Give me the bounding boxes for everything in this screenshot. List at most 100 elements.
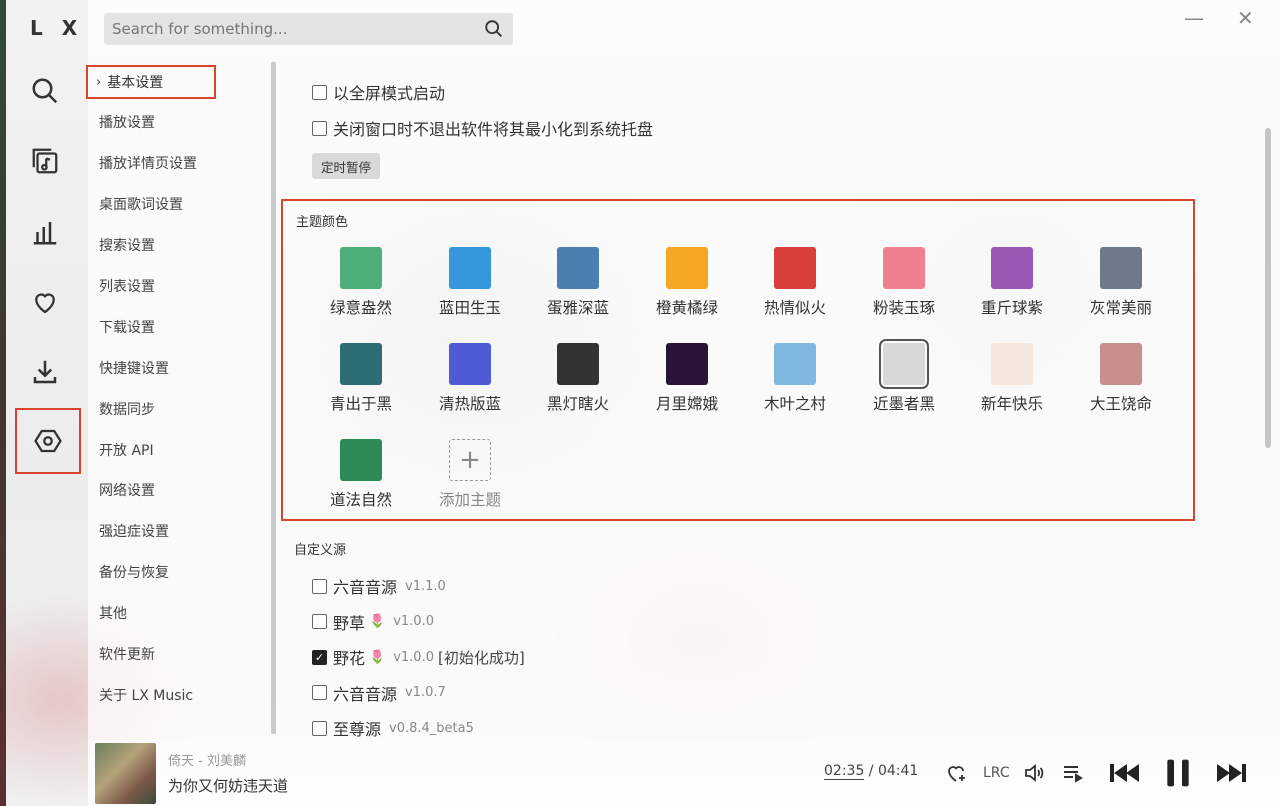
app-logo: L X (30, 16, 84, 40)
settings-nav-item[interactable]: › 基本设置 (86, 65, 216, 99)
theme-color-square[interactable] (340, 439, 382, 481)
settings-nav-item[interactable]: 强迫症设置 (88, 511, 272, 552)
theme-color-square[interactable] (774, 247, 816, 289)
settings-nav-item[interactable]: 快捷键设置 (88, 347, 272, 388)
theme-color-square[interactable] (774, 343, 816, 385)
theme-swatch[interactable]: 青出于黑 (311, 343, 411, 414)
settings-nav-item[interactable]: 播放详情页设置 (88, 143, 272, 184)
tray-option[interactable]: 关闭窗口时不退出软件将其最小化到系统托盘 (312, 116, 653, 140)
theme-color-square[interactable] (340, 247, 382, 289)
theme-color-square[interactable] (557, 343, 599, 385)
settings-nav-item[interactable]: 开放 API (88, 429, 272, 470)
theme-swatch[interactable]: 热情似火 (745, 247, 845, 318)
nav-scrollbar[interactable] (271, 62, 276, 734)
theme-swatch[interactable]: 木叶之村 (745, 343, 845, 414)
theme-swatch[interactable]: 蓝田生玉 (420, 247, 520, 318)
settings-nav-label: 软件更新 (99, 647, 155, 664)
close-button[interactable]: ✕ (1237, 6, 1254, 30)
theme-swatch[interactable]: 道法自然 (311, 439, 411, 510)
theme-swatch[interactable]: 蛋雅深蓝 (528, 247, 628, 318)
search-input[interactable] (112, 20, 483, 38)
leaderboard-nav-button[interactable] (20, 207, 70, 257)
plus-icon[interactable]: + (449, 439, 491, 481)
settings-nav-item[interactable]: 数据同步 (88, 388, 272, 429)
song-list-nav-button[interactable] (20, 136, 70, 186)
favorites-nav-button[interactable] (20, 277, 70, 327)
settings-nav-item[interactable]: 网络设置 (88, 470, 272, 511)
theme-color-square[interactable] (1100, 343, 1142, 385)
source-checkbox[interactable] (312, 614, 327, 629)
custom-source-item[interactable]: 至尊源 v0.8.4_beta5 (312, 716, 474, 738)
custom-source-item[interactable]: ✓ 野花 🌷 v1.0.0 [初始化成功] (312, 645, 525, 669)
theme-label: 大王饶命 (1089, 395, 1152, 413)
download-icon (33, 360, 57, 384)
theme-swatch[interactable]: 月里嫦娥 (637, 343, 737, 414)
theme-color-square[interactable] (879, 339, 929, 389)
search-box[interactable] (104, 13, 513, 45)
theme-swatch[interactable]: 新年快乐 (962, 343, 1062, 414)
theme-swatch[interactable]: 橙黄橘绿 (637, 247, 737, 318)
previous-icon (1110, 764, 1139, 782)
settings-nav-item[interactable]: 列表设置 (88, 266, 272, 307)
source-checkbox[interactable]: ✓ (312, 649, 327, 665)
theme-color-square[interactable] (449, 343, 491, 385)
settings-nav-item[interactable]: 关于 LX Music (88, 674, 272, 715)
theme-color-square[interactable] (991, 343, 1033, 385)
theme-color-square[interactable] (991, 247, 1033, 289)
settings-hexagon-icon (34, 429, 62, 453)
settings-nav-item[interactable]: 下载设置 (88, 306, 272, 347)
settings-nav-item[interactable]: 其他 (88, 593, 272, 634)
settings-nav-item[interactable]: 备份与恢复 (88, 552, 272, 593)
theme-swatch[interactable]: 粉装玉琢 (854, 247, 954, 318)
fullscreen-checkbox[interactable] (312, 84, 327, 100)
settings-nav-item[interactable]: 桌面歌词设置 (88, 184, 272, 225)
theme-color-square[interactable] (666, 343, 708, 385)
like-button[interactable] (944, 758, 968, 788)
tray-checkbox[interactable] (312, 120, 327, 136)
search-icon[interactable] (483, 18, 505, 40)
heart-plus-icon (948, 766, 965, 782)
fullscreen-option[interactable]: 以全屏模式启动 (312, 80, 445, 104)
minimize-button[interactable]: — (1184, 6, 1204, 30)
playlist-button[interactable] (1061, 758, 1085, 788)
volume-button[interactable] (1022, 758, 1046, 788)
album-cover[interactable] (95, 743, 156, 804)
theme-swatch[interactable]: 近墨者黑 (854, 339, 954, 414)
settings-nav-item[interactable]: 播放设置 (88, 102, 272, 143)
settings-nav-item[interactable]: 搜索设置 (88, 225, 272, 266)
theme-color-square[interactable] (666, 247, 708, 289)
source-checkbox[interactable] (312, 685, 327, 700)
theme-swatch[interactable]: 黑灯瞎火 (528, 343, 628, 414)
next-button[interactable] (1214, 758, 1248, 788)
source-checkbox[interactable] (312, 578, 327, 594)
add-theme-button[interactable]: + 添加主题 (420, 439, 520, 510)
theme-swatch[interactable]: 绿意盎然 (311, 247, 411, 318)
pause-button[interactable] (1162, 758, 1194, 788)
desktop-lyric-button[interactable]: LRC (983, 758, 1010, 788)
theme-swatch[interactable]: 重斤球紫 (962, 247, 1062, 318)
previous-button[interactable] (1108, 758, 1142, 788)
theme-color-square[interactable] (340, 343, 382, 385)
settings-nav: › 基本设置 播放设置 播放详情页设置 桌面歌词设置 搜索设置 列表设置 下载设置快捷键设置数… (86, 62, 272, 715)
settings-nav-button[interactable] (15, 408, 81, 474)
theme-swatch[interactable]: 大王饶命 (1071, 343, 1171, 414)
settings-nav-item[interactable]: 软件更新 (88, 634, 272, 675)
custom-source-item[interactable]: 六音音源 v1.1.0 (312, 574, 446, 598)
theme-swatch[interactable]: 灰常美丽 (1071, 247, 1171, 318)
content-scrollbar[interactable] (1265, 128, 1271, 448)
search-nav-button[interactable] (20, 66, 70, 116)
theme-swatch[interactable]: 清热版蓝 (420, 343, 520, 414)
theme-color-square[interactable] (883, 247, 925, 289)
theme-color-square[interactable] (557, 247, 599, 289)
timer-pause-button[interactable]: 定时暂停 (312, 153, 381, 179)
custom-source-item[interactable]: 野草 🌷 v1.0.0 (312, 610, 434, 634)
settings-nav-label: 关于 LX Music (99, 687, 194, 704)
settings-nav-label: 数据同步 (99, 401, 155, 418)
song-title-artist[interactable]: 倚天 - 刘美麟 (168, 750, 246, 769)
settings-nav-label: 快捷键设置 (99, 360, 169, 377)
theme-color-square[interactable] (1100, 247, 1142, 289)
source-checkbox[interactable] (312, 720, 327, 736)
theme-color-square[interactable] (449, 247, 491, 289)
download-nav-button[interactable] (20, 347, 70, 397)
custom-source-item[interactable]: 六音音源 v1.0.7 (312, 681, 446, 705)
